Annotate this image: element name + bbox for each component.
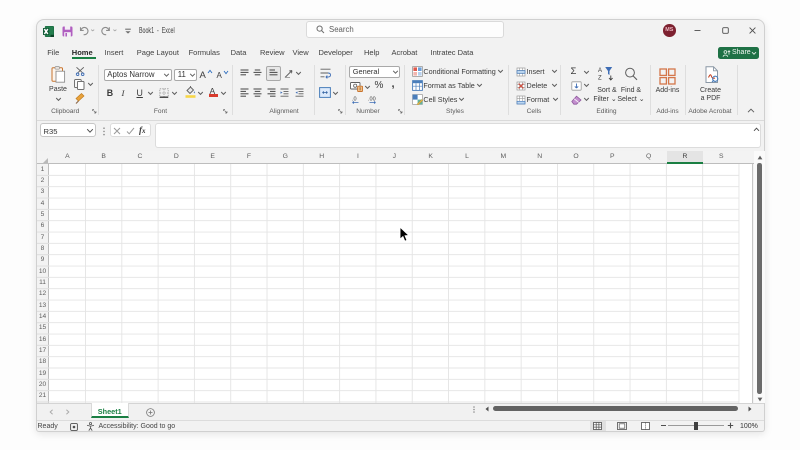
svg-text:Z: Z: [598, 76, 602, 82]
svg-text:A: A: [598, 68, 602, 74]
svg-text:.0: .0: [352, 97, 357, 103]
